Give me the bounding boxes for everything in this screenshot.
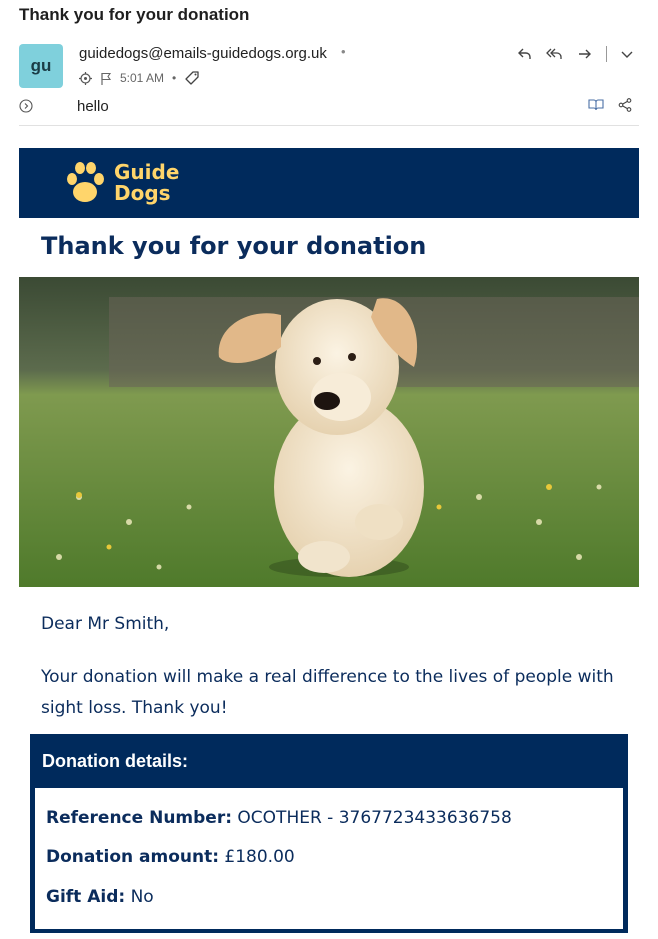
message-meta: 5:01 AM • bbox=[79, 70, 200, 86]
immersive-reader-icon[interactable] bbox=[588, 98, 604, 117]
message-actions bbox=[517, 46, 634, 62]
divider bbox=[606, 46, 607, 62]
reader-tools bbox=[588, 98, 632, 117]
paw-logo-icon bbox=[63, 159, 107, 210]
reply-icon[interactable] bbox=[517, 47, 533, 61]
separator-dot: • bbox=[341, 44, 346, 59]
amount-label: Donation amount: bbox=[46, 847, 220, 867]
separator-dot: • bbox=[172, 71, 177, 85]
reply-all-icon[interactable] bbox=[546, 47, 564, 61]
sender-address[interactable]: guidedogs@emails-guidedogs.org.uk bbox=[79, 45, 327, 62]
donation-details-body: Reference Number: OCOTHER - 376772343363… bbox=[35, 788, 623, 929]
greeting: Dear Mr Smith, bbox=[41, 614, 170, 634]
target-icon[interactable] bbox=[79, 71, 92, 85]
reference-value: OCOTHER - 3767723433636758 bbox=[237, 808, 512, 828]
donation-details-heading: Donation details: bbox=[42, 751, 189, 771]
donation-details-box: Donation details: Reference Number: OCOT… bbox=[30, 734, 628, 933]
puppy-photo bbox=[19, 277, 639, 587]
amount-row: Donation amount: £180.00 bbox=[46, 847, 295, 867]
share-icon[interactable] bbox=[618, 98, 632, 117]
gift-aid-row: Gift Aid: No bbox=[46, 887, 154, 907]
logo-line-1: Guide bbox=[114, 160, 180, 184]
email-subject: Thank you for your donation bbox=[19, 5, 250, 24]
flag-icon[interactable] bbox=[100, 72, 112, 85]
message-preview: hello bbox=[77, 98, 109, 115]
amount-value: £180.00 bbox=[224, 847, 295, 867]
tag-icon[interactable] bbox=[184, 70, 200, 86]
gift-aid-label: Gift Aid: bbox=[46, 887, 126, 907]
sent-time: 5:01 AM bbox=[120, 71, 165, 85]
reference-label: Reference Number: bbox=[46, 808, 233, 828]
forward-icon[interactable] bbox=[577, 47, 593, 61]
logo-line-2: Dogs bbox=[114, 181, 171, 205]
brand-logo-text: Guide Dogs bbox=[114, 162, 179, 204]
expand-icon[interactable] bbox=[19, 99, 33, 118]
reference-row: Reference Number: OCOTHER - 376772343363… bbox=[46, 808, 512, 828]
avatar[interactable]: gu bbox=[19, 44, 63, 88]
email-heading: Thank you for your donation bbox=[41, 232, 427, 260]
gift-aid-value: No bbox=[130, 887, 154, 907]
body-paragraph: Your donation will make a real differenc… bbox=[41, 667, 614, 718]
brand-banner: Guide Dogs bbox=[19, 148, 639, 218]
chevron-down-icon[interactable] bbox=[620, 49, 634, 59]
divider bbox=[19, 125, 639, 126]
